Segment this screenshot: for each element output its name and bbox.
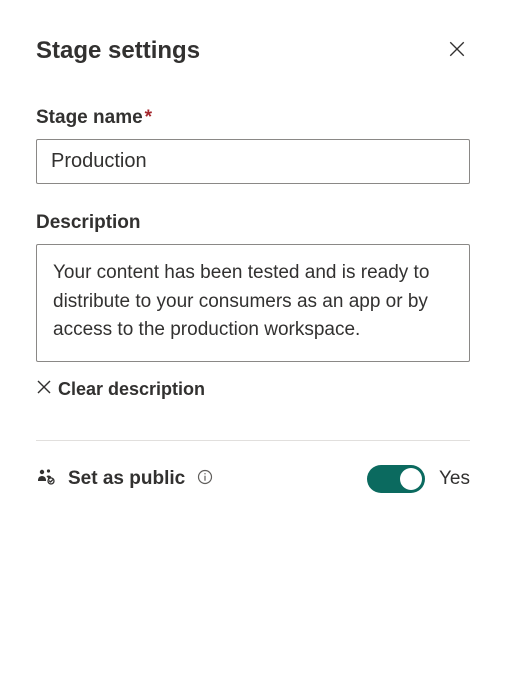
description-textarea[interactable]	[36, 244, 470, 362]
clear-icon	[36, 379, 52, 400]
description-label: Description	[36, 212, 470, 234]
close-button[interactable]	[444, 36, 470, 65]
stage-name-label: Stage name*	[36, 107, 470, 129]
panel-title: Stage settings	[36, 37, 200, 65]
required-marker: *	[145, 107, 152, 128]
toggle-state-label: Yes	[439, 468, 470, 490]
clear-description-label: Clear description	[58, 379, 205, 400]
stage-name-label-text: Stage name	[36, 107, 143, 128]
toggle-thumb	[400, 468, 422, 490]
people-icon	[36, 467, 56, 492]
stage-name-input[interactable]	[36, 139, 470, 184]
clear-description-button[interactable]: Clear description	[36, 377, 205, 402]
set-public-label: Set as public	[68, 468, 185, 490]
close-icon	[448, 40, 466, 61]
set-public-row: Set as public Yes	[36, 465, 470, 493]
info-icon[interactable]	[197, 469, 213, 490]
divider	[36, 440, 470, 441]
set-public-toggle[interactable]	[367, 465, 425, 493]
